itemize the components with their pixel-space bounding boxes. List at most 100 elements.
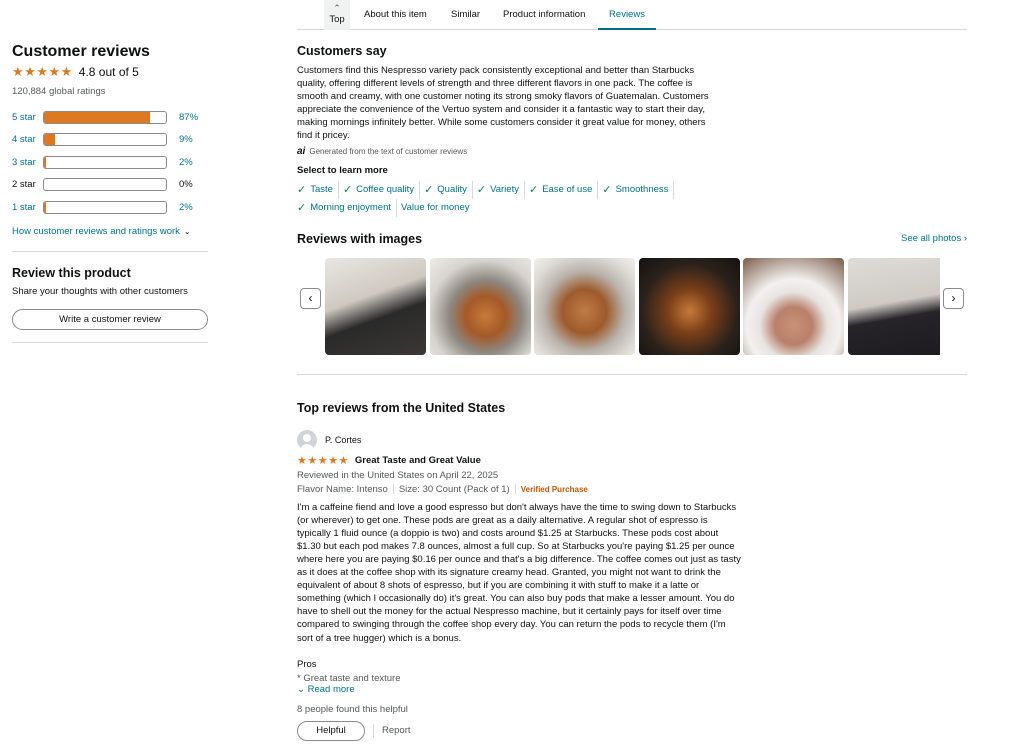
checkmark-icon: ✓ xyxy=(297,202,307,215)
tab-top[interactable]: ⌃ Top xyxy=(324,0,350,30)
histogram-row-5-star[interactable]: 5 star 87% xyxy=(12,106,208,129)
histogram-bar[interactable] xyxy=(43,155,167,169)
checkmark-icon: ✓ xyxy=(297,184,307,197)
aspect-chip-variety[interactable]: ✓ Variety xyxy=(477,180,525,199)
aspect-chip-label: Morning enjoyment xyxy=(310,202,392,214)
aspect-chip-label: Variety xyxy=(490,184,519,196)
star-icon: ★ xyxy=(317,454,328,467)
verified-purchase-badge: Verified Purchase xyxy=(520,484,588,494)
tab-reviews[interactable]: Reviews xyxy=(598,0,656,30)
star-icon: ★ xyxy=(48,64,61,79)
chevron-up-icon: ⌃ xyxy=(333,3,341,13)
histogram-percent[interactable]: 2% xyxy=(179,157,193,168)
action-separator xyxy=(373,723,374,738)
aspect-chips: ✓ Taste ✓ Coffee quality ✓ Quality ✓ Variety… xyxy=(297,180,747,217)
meta-separator xyxy=(392,484,394,495)
read-more-link[interactable]: ⌄ Read more xyxy=(297,684,967,695)
helpful-count: 8 people found this helpful xyxy=(297,703,408,715)
aspect-chip-label: Value for money xyxy=(401,202,470,214)
divider xyxy=(12,250,208,252)
chevron-down-icon: ⌄ xyxy=(183,226,191,236)
review-variant-meta: Flavor Name: Intenso Size: 30 Count (Pac… xyxy=(297,484,967,495)
checkmark-icon: ✓ xyxy=(424,184,434,197)
chevron-right-icon: › xyxy=(951,290,956,305)
histogram-bar[interactable] xyxy=(43,133,167,147)
aspect-chip-value-for-money[interactable]: Value for money xyxy=(401,199,474,217)
carousel-next-button[interactable]: › xyxy=(943,287,964,309)
histogram-percent[interactable]: 9% xyxy=(179,134,193,145)
ratings-summary: Customer reviews ★ ★ ★ ★ ★ 4.8 out of 5 120,… xyxy=(12,42,208,343)
aspect-chip-morning-enjoyment[interactable]: ✓ Morning enjoyment xyxy=(297,198,398,217)
star-icon: ★ xyxy=(328,454,338,467)
select-to-learn-label: Select to learn more xyxy=(297,164,388,176)
aspect-chip-smoothness[interactable]: ✓ Smoothness xyxy=(602,180,675,199)
histogram-percent[interactable]: 2% xyxy=(179,202,193,213)
read-more-label: Read more xyxy=(307,683,355,695)
review-title[interactable]: Great Taste and Great Value xyxy=(355,455,481,466)
tab-about-this-item[interactable]: About this item xyxy=(364,0,427,30)
review-this-product-heading: Review this product xyxy=(12,265,131,280)
histogram-label: 2 star xyxy=(12,179,36,191)
share-thoughts-text: Share your thoughts with other customers xyxy=(12,285,188,297)
histogram-bar[interactable] xyxy=(43,200,167,214)
aspect-chip-label: Coffee quality xyxy=(356,184,415,196)
carousel-track xyxy=(325,257,940,355)
review-image-thumbnail[interactable] xyxy=(743,257,844,355)
review-image-thumbnail[interactable] xyxy=(325,257,426,355)
reviewer-name[interactable]: P. Cortes xyxy=(325,435,361,445)
see-all-photos-link[interactable]: See all photos › xyxy=(901,233,967,244)
how-reviews-work-label: How customer reviews and ratings work xyxy=(12,225,180,237)
tab-similar[interactable]: Similar xyxy=(451,0,480,30)
star-icon: ★ xyxy=(307,454,318,467)
histogram-row-1-star[interactable]: 1 star 2% xyxy=(12,196,208,219)
size-name: Size: 30 Count (Pack of 1) xyxy=(398,483,510,495)
ai-icon: ai xyxy=(297,145,306,157)
histogram-percent[interactable]: 87% xyxy=(179,112,198,123)
star-icon: ★ xyxy=(338,454,349,467)
aspect-chip-label: Smoothness xyxy=(615,184,669,196)
carousel-prev-button[interactable]: ‹ xyxy=(300,287,321,309)
average-rating-row[interactable]: ★ ★ ★ ★ ★ 4.8 out of 5 xyxy=(12,64,208,80)
top-reviews: Top reviews from the United States P. Co… xyxy=(297,401,967,741)
pros-label: Pros xyxy=(297,658,317,670)
checkmark-icon: ✓ xyxy=(602,184,612,197)
write-review-button[interactable]: Write a customer review xyxy=(12,308,208,330)
histogram-bar[interactable] xyxy=(43,110,167,124)
aspect-chip-ease-of-use[interactable]: ✓ Ease of use xyxy=(528,180,599,199)
tab-product-information[interactable]: Product information xyxy=(503,0,585,30)
global-ratings-count: 120,884 global ratings xyxy=(12,86,106,97)
review-date: Reviewed in the United States on April 2… xyxy=(297,469,499,481)
aspect-chip-coffee-quality[interactable]: ✓ Coffee quality xyxy=(343,180,421,199)
histogram-label[interactable]: 5 star xyxy=(12,112,43,123)
aspect-chip-label: Ease of use xyxy=(542,184,593,196)
divider xyxy=(297,373,967,375)
ai-generated-text: Generated from the text of customer revi… xyxy=(309,146,468,156)
aspect-chip-label: Taste xyxy=(310,184,333,196)
star-icon: ★ xyxy=(60,64,73,79)
meta-separator xyxy=(514,484,516,495)
reviewer-profile[interactable]: P. Cortes xyxy=(297,429,967,450)
histogram-row-4-star[interactable]: 4 star 9% xyxy=(12,129,208,152)
review-image-thumbnail[interactable] xyxy=(638,257,740,355)
helpful-button[interactable]: Helpful xyxy=(297,720,365,741)
checkmark-icon: ✓ xyxy=(528,184,539,197)
histogram-label[interactable]: 3 star xyxy=(12,157,43,168)
review-title-row[interactable]: ★ ★ ★ ★ ★ Great Taste and Great Value xyxy=(297,454,967,468)
histogram-fill xyxy=(44,111,151,123)
aspect-chip-taste[interactable]: ✓ Taste xyxy=(297,180,339,199)
star-rating: ★ ★ ★ ★ ★ xyxy=(12,65,73,79)
pros-item: * Great taste and texture xyxy=(297,672,401,682)
flavor-name: Flavor Name: Intenso xyxy=(297,483,388,495)
review-body: I'm a caffeine fiend and love a good esp… xyxy=(297,501,741,644)
star-icon: ★ xyxy=(297,454,307,467)
histogram-label[interactable]: 4 star xyxy=(12,134,43,145)
histogram-label[interactable]: 1 star xyxy=(12,202,43,213)
review-image-thumbnail[interactable] xyxy=(429,257,531,355)
review-image-thumbnail[interactable] xyxy=(847,257,940,355)
histogram-row-3-star[interactable]: 3 star 2% xyxy=(12,151,208,174)
review-image-thumbnail[interactable] xyxy=(534,257,635,355)
report-link[interactable]: Report xyxy=(382,725,411,736)
how-reviews-work-link[interactable]: How customer reviews and ratings work ⌄ xyxy=(12,226,208,237)
aspect-chip-quality[interactable]: ✓ Quality xyxy=(424,180,473,199)
review-star-rating: ★ ★ ★ ★ ★ xyxy=(297,455,349,467)
